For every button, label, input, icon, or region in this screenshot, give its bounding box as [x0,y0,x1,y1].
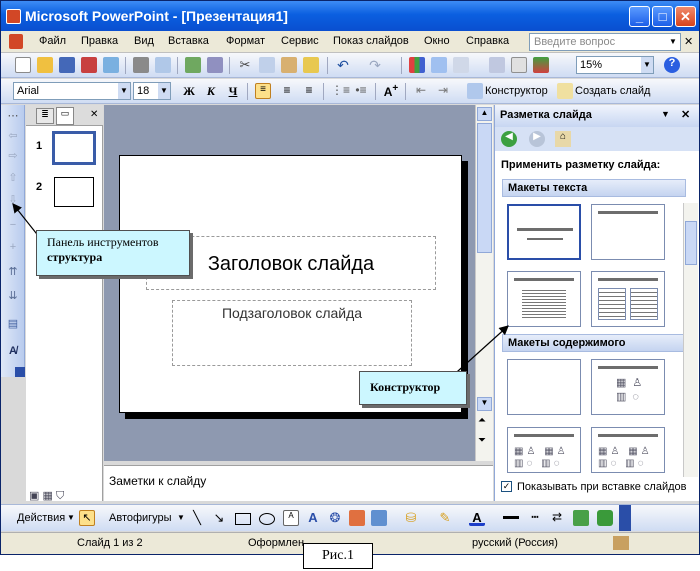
figure-caption: Рис.1 [303,543,373,569]
callout-line: структура [47,250,103,264]
designer-callout: Конструктор [359,371,467,405]
annotation-arrows [12,203,509,381]
outline-toolbar-callout: Панель инструментов структура [36,230,190,276]
callout-line: Панель инструментов [47,235,159,249]
